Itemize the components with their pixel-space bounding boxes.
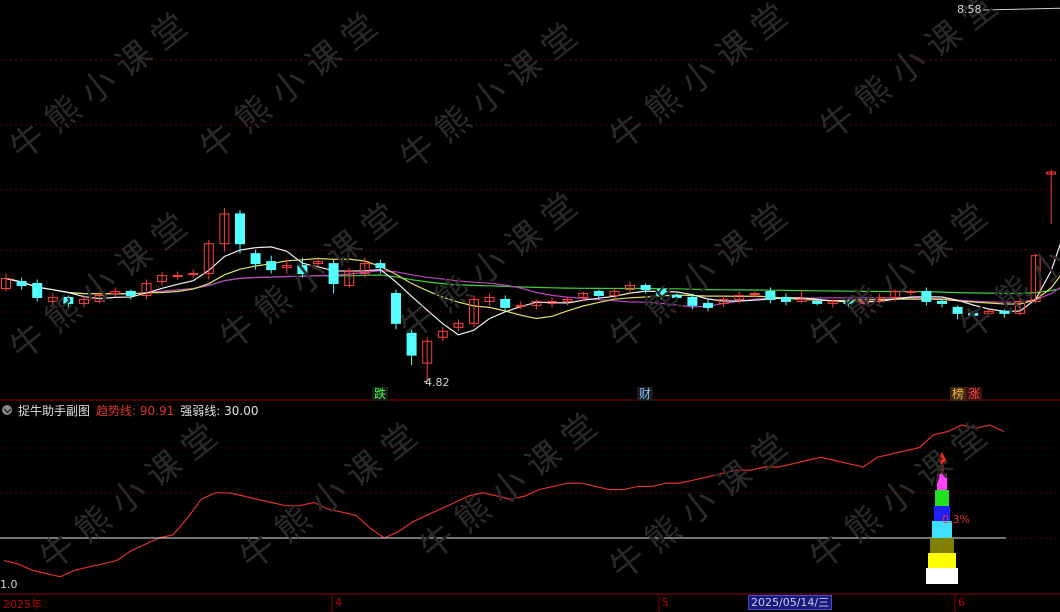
ma10-line	[5, 257, 1060, 320]
candle-body	[172, 275, 183, 278]
high-marker	[982, 7, 1060, 11]
candle-body	[937, 300, 947, 304]
candle-body	[703, 302, 713, 308]
candle-body	[765, 290, 776, 300]
candle-body	[515, 304, 526, 307]
event-tag-finance[interactable]: 财	[637, 387, 654, 401]
x-tick-apr: 4	[335, 596, 342, 609]
candle-body	[999, 310, 1010, 314]
trend-line-name: 趋势线	[96, 403, 133, 418]
candle-body	[266, 261, 277, 271]
candle-body	[406, 332, 417, 356]
candle-body	[952, 306, 963, 314]
candle-body	[749, 292, 760, 295]
up-arrow-icon	[937, 452, 947, 462]
candle-body	[640, 285, 651, 290]
strength-line-legend: 强弱线: 30.00	[180, 403, 259, 418]
trend-line-value: 90.91	[139, 403, 175, 418]
candle-body	[328, 263, 339, 285]
candle-body	[781, 296, 791, 302]
candle-body	[16, 281, 27, 287]
strength-line-name: 强弱线	[180, 403, 217, 418]
candle-body	[812, 300, 823, 304]
pct-label: 0.3%	[942, 513, 970, 526]
event-tag-rank[interactable]: 榜	[950, 387, 967, 401]
candle-body	[297, 265, 308, 275]
candle-body	[188, 273, 199, 276]
candle-body	[843, 300, 854, 304]
event-tag-drop[interactable]: 跌	[372, 387, 389, 401]
strength-tower-block	[926, 568, 958, 584]
candle-body	[125, 290, 136, 296]
candle-body	[235, 213, 245, 245]
chart-canvas	[0, 7, 1060, 612]
candle-body	[500, 298, 511, 308]
strength-line-value: 30.00	[224, 403, 259, 418]
candle-body	[968, 312, 979, 316]
dropdown-toggle-icon[interactable]	[2, 405, 12, 415]
high-price-label: 8.58	[957, 3, 982, 16]
candle-body	[32, 283, 43, 298]
candle-body	[63, 296, 74, 304]
strength-tower-block	[928, 553, 956, 568]
low-price-label: 4.82	[425, 376, 450, 389]
trend-line-legend: 趋势线: 90.91	[96, 403, 175, 418]
sub-chart-header: 捉牛助手副图 趋势线: 90.91 强弱线: 30.00	[0, 402, 258, 418]
candle-body	[250, 253, 261, 265]
date-axis	[0, 595, 1060, 612]
candle-body	[391, 292, 401, 324]
candle-body	[671, 294, 682, 298]
candle-body	[656, 288, 667, 296]
strength-tower-block	[935, 490, 949, 506]
x-tick-year: 2025年	[3, 598, 42, 611]
event-tag-rise[interactable]: 涨	[966, 387, 983, 401]
candle-body	[905, 290, 916, 293]
candle-body	[921, 290, 932, 302]
x-tick-may: 5	[662, 596, 669, 609]
x-tick-jun: 6	[958, 596, 965, 609]
cursor-date: 2025/05/14/三	[748, 595, 833, 610]
trend-line	[3, 424, 1005, 578]
baseline-label: 1.0	[0, 578, 18, 591]
candle-body	[687, 296, 698, 306]
ma5-line	[5, 243, 1060, 336]
strength-tower-block	[930, 538, 954, 553]
strength-tower-block	[937, 474, 947, 490]
candle-body	[593, 290, 604, 296]
sub-chart-title[interactable]: 捉牛助手副图	[18, 402, 90, 419]
candle-body	[375, 263, 386, 269]
